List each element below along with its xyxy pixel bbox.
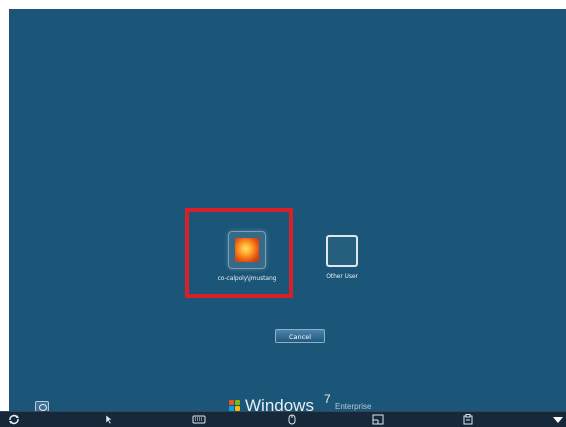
clipboard-icon[interactable] <box>462 414 474 425</box>
brand-edition: Enterprise <box>335 402 372 411</box>
other-user-label: Other User <box>326 273 358 280</box>
pointer-icon[interactable] <box>104 414 116 425</box>
circular-arrows-icon[interactable] <box>8 414 20 425</box>
user-tile-highlight <box>185 208 293 298</box>
other-user-tile[interactable]: Other User <box>315 235 369 280</box>
window-icon[interactable] <box>372 414 384 425</box>
mouse-icon[interactable] <box>286 414 298 425</box>
triangle-down-icon[interactable] <box>552 414 564 425</box>
brand-version: 7 <box>324 392 331 406</box>
ease-of-access-icon[interactable] <box>35 401 49 411</box>
windows-logo-icon <box>229 400 241 411</box>
brand-name: Windows <box>245 396 314 411</box>
blank-user-icon[interactable] <box>326 235 358 267</box>
keyboard-icon[interactable] <box>192 414 206 425</box>
cancel-button[interactable]: Cancel <box>275 329 325 343</box>
windows-branding: Windows 7 Enterprise <box>229 392 389 411</box>
remote-session-frame: co-calpoly\jmustang Other User Cancel Wi… <box>0 0 566 427</box>
remote-toolbar <box>0 411 566 427</box>
